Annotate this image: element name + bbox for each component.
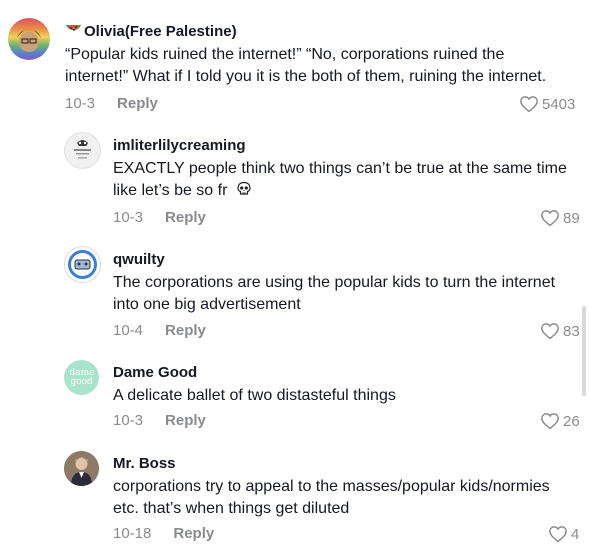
like-count: 4 (571, 525, 580, 543)
avatar[interactable] (64, 246, 101, 283)
heart-icon (541, 210, 559, 227)
username[interactable]: Mr. Boss (113, 455, 176, 472)
heart-icon (549, 526, 567, 543)
comment-text: “Popular kids ruined the internet!” “No,… (65, 44, 575, 88)
reply-button[interactable]: Reply (173, 525, 214, 542)
like-count: 83 (563, 322, 580, 340)
comment-text-line: A delicate ballet of two distasteful thi… (113, 387, 396, 404)
like-count: 26 (563, 412, 580, 430)
reply-button[interactable]: Reply (165, 209, 206, 226)
like-count: 5403 (542, 95, 576, 113)
heart-icon (541, 413, 559, 430)
avatar[interactable] (64, 132, 101, 169)
heart-icon (520, 96, 538, 113)
username[interactable]: Dame Good (113, 364, 197, 381)
username[interactable]: qwuilty (113, 251, 165, 268)
comment-text-line: The corporations are using the popular k… (113, 274, 556, 291)
skull-icon (237, 181, 251, 195)
comment-date: 10-4 (113, 322, 144, 339)
reply-button[interactable]: Reply (117, 95, 158, 112)
like-button[interactable]: 4 (548, 525, 579, 543)
comment-meta: 10-3 Reply (113, 209, 206, 226)
comment-text: corporations try to appeal to the masses… (113, 476, 573, 520)
comment-date: 10-3 (113, 412, 144, 429)
reply-button[interactable]: Reply (165, 322, 206, 339)
comment-date: 10-3 (65, 95, 96, 112)
avatar-image (74, 140, 91, 159)
comment-text-line: EXACTLY people think two things can’t be… (113, 160, 567, 177)
comment-text-line: etc. that’s when things get diluted (113, 500, 350, 517)
comment-meta: 10-18 Reply (113, 525, 214, 542)
comment-username-row: Olivia(Free Palestine) (65, 23, 237, 40)
like-button[interactable]: 89 (540, 209, 580, 227)
comment-text: EXACTLY people think two things can’t be… (113, 158, 573, 202)
comment-text-line: internet!” What if I told you it is the … (65, 68, 547, 85)
comment-meta: 10-3 Reply (65, 95, 158, 112)
comment-text-line: like let’s be so fr (113, 180, 573, 202)
watermelon-icon (66, 25, 81, 31)
reply-button[interactable]: Reply (165, 412, 206, 429)
comment-date: 10-3 (113, 209, 144, 226)
username[interactable]: Olivia(Free Palestine) (84, 23, 237, 40)
avatar-logo-text: dame good (69, 367, 95, 387)
avatar[interactable] (64, 451, 99, 486)
avatar[interactable] (8, 18, 50, 60)
like-count: 89 (563, 209, 580, 227)
username[interactable]: imliterlilycreaming (113, 137, 246, 154)
comment-text: The corporations are using the popular k… (113, 272, 573, 316)
like-button[interactable]: 5403 (519, 95, 575, 113)
comment-text-part: like let’s be so fr (113, 182, 228, 199)
heart-icon (541, 323, 559, 340)
avatar-image (17, 29, 41, 52)
avatar-image (64, 451, 99, 486)
comment-text: A delicate ballet of two distasteful thi… (113, 385, 573, 407)
scrollbar[interactable] (582, 306, 586, 396)
comment-meta: 10-4 Reply (113, 322, 206, 339)
avatar[interactable]: dame good (64, 360, 99, 395)
comment-text-line: “Popular kids ruined the internet!” “No,… (65, 46, 505, 63)
comment-meta: 10-3 Reply (113, 412, 206, 429)
comment-text-line: corporations try to appeal to the masses… (113, 478, 550, 495)
comment-text-line: into one big advertisement (113, 296, 301, 313)
like-button[interactable]: 83 (540, 322, 580, 340)
like-button[interactable]: 26 (540, 412, 580, 430)
comment-date: 10-18 (113, 525, 152, 542)
avatar-image (68, 250, 97, 279)
